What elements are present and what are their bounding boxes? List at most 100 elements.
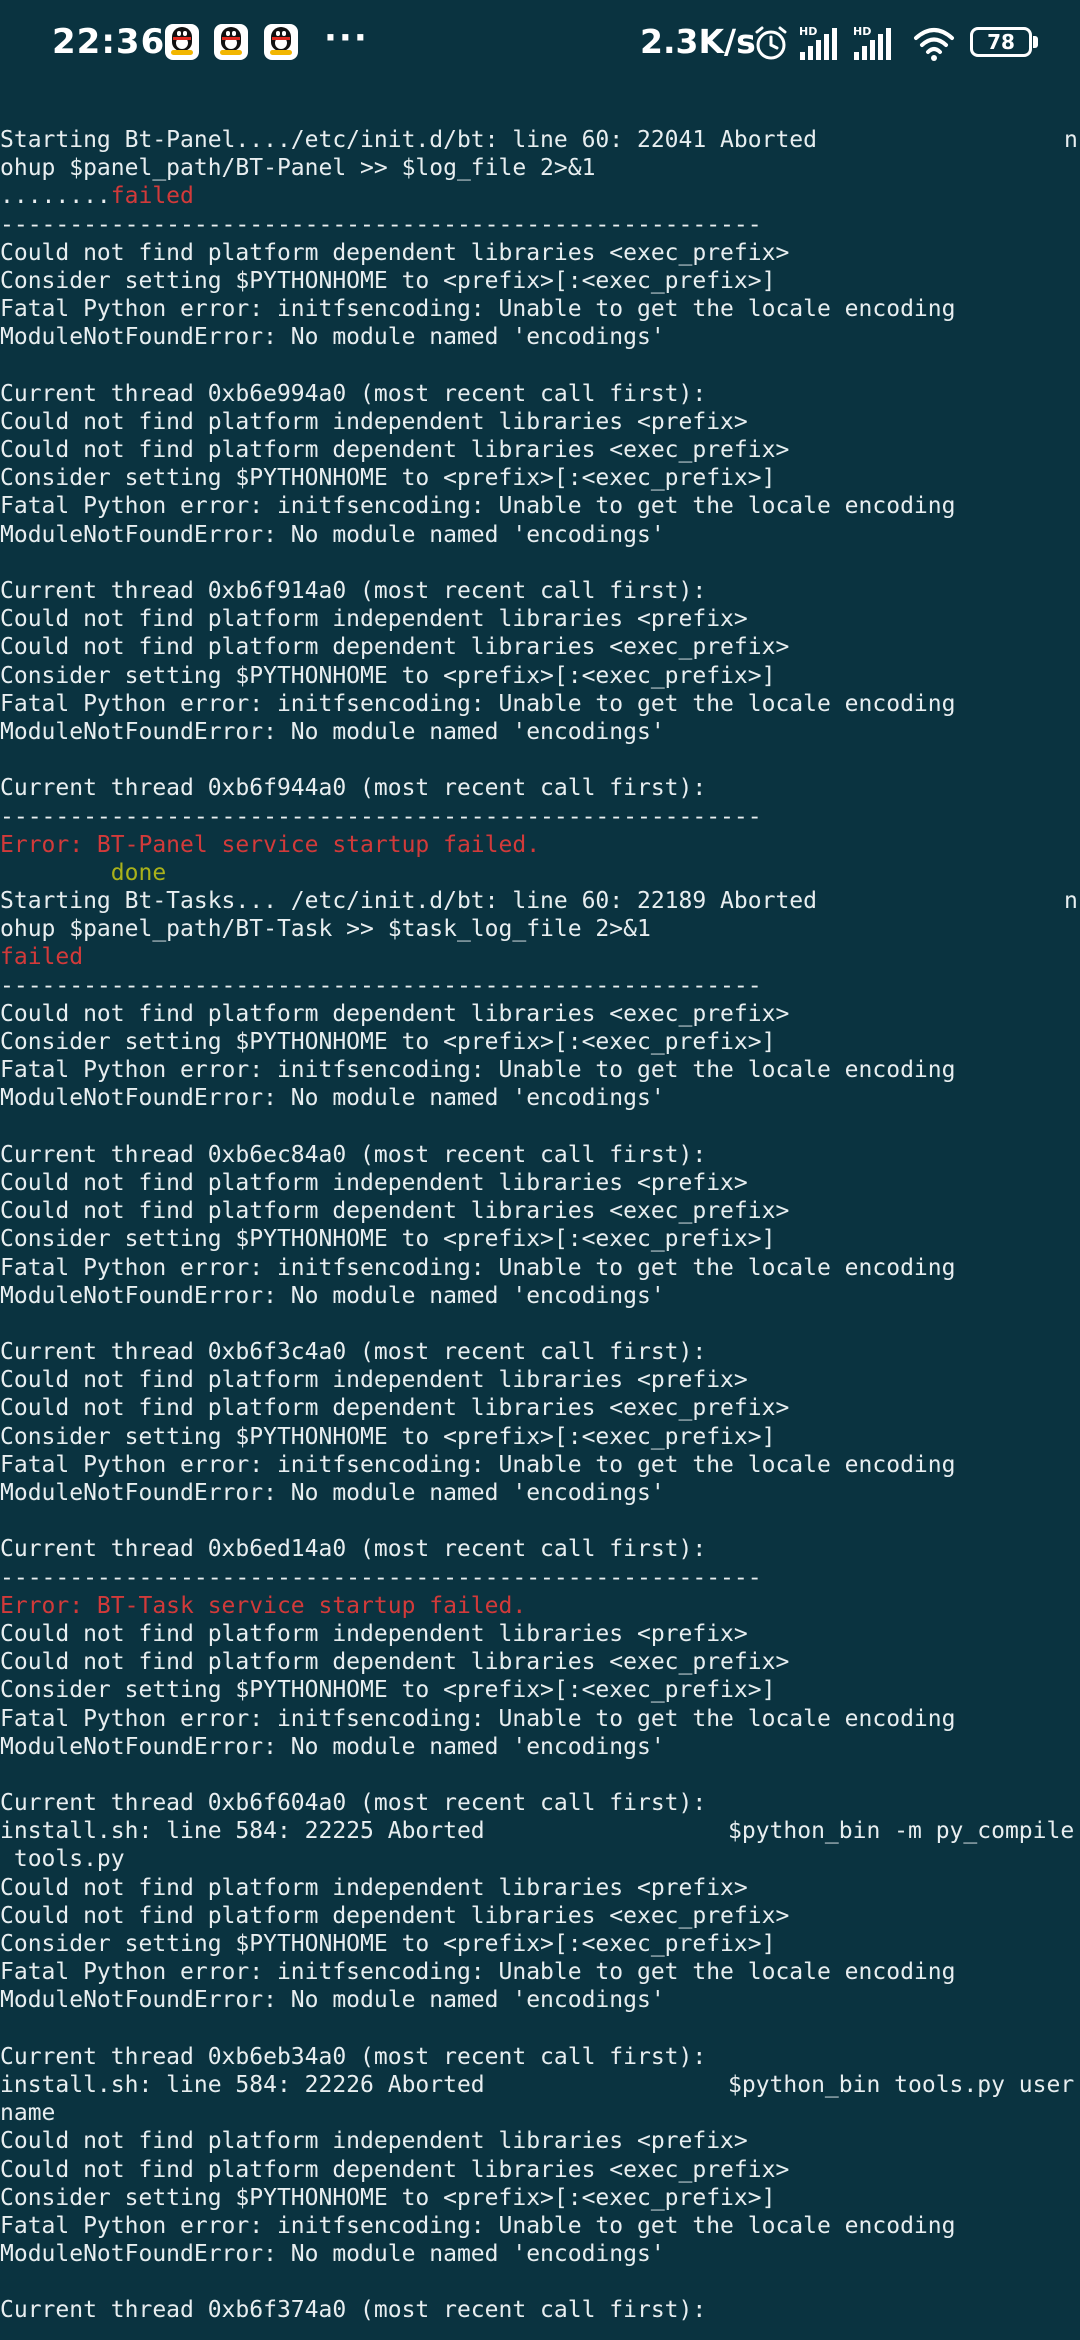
terminal-line: Fatal Python error: initfsencoding: Unab… bbox=[0, 1958, 1080, 1986]
terminal-line-text: Fatal Python error: initfsencoding: Unab… bbox=[0, 296, 956, 323]
terminal-line: Could not find platform dependent librar… bbox=[0, 1648, 1080, 1676]
battery-level: 78 bbox=[987, 30, 1015, 54]
terminal-line-text: done bbox=[0, 859, 167, 886]
terminal-line: Fatal Python error: initfsencoding: Unab… bbox=[0, 492, 1080, 520]
terminal-line: Could not find platform independent libr… bbox=[0, 1620, 1080, 1648]
terminal-line: ModuleNotFoundError: No module named 'en… bbox=[0, 323, 1080, 351]
terminal-line-text: Could not find platform independent libr… bbox=[0, 1874, 748, 1901]
terminal-line: Could not find platform dependent librar… bbox=[0, 633, 1080, 661]
status-failed: failed bbox=[110, 183, 194, 210]
status-bar: 22:36 ··· 2.3K/s HD HD 78 bbox=[0, 0, 1080, 92]
qq-icon bbox=[214, 24, 248, 60]
terminal-line: Starting Bt-Panel..../etc/init.d/bt: lin… bbox=[0, 126, 1080, 154]
terminal-line-text: failed bbox=[0, 944, 84, 971]
terminal-line: ModuleNotFoundError: No module named 'en… bbox=[0, 2240, 1080, 2268]
terminal-line-text: Fatal Python error: initfsencoding: Unab… bbox=[0, 1959, 956, 1986]
terminal-line-text: Fatal Python error: initfsencoding: Unab… bbox=[0, 1057, 956, 1084]
terminal-line-text: Fatal Python error: initfsencoding: Unab… bbox=[0, 690, 956, 717]
qq-icon bbox=[264, 24, 298, 60]
terminal-line: Consider setting $PYTHONHOME to <prefix>… bbox=[0, 267, 1080, 295]
terminal-line-text: Consider setting $PYTHONHOME to <prefix>… bbox=[0, 1931, 776, 1957]
terminal-line-text: ----------------------------------------… bbox=[0, 1564, 762, 1591]
terminal-line-text: ModuleNotFoundError: No module named 'en… bbox=[0, 1282, 665, 1309]
terminal-line-text: Could not find platform independent libr… bbox=[0, 606, 748, 633]
aborted-command: $python_bin tools.py user bbox=[728, 2071, 1075, 2098]
terminal-line: Consider setting $PYTHONHOME to <prefix>… bbox=[0, 1676, 1080, 1704]
terminal-line: Fatal Python error: initfsencoding: Unab… bbox=[0, 1056, 1080, 1084]
qq-icon bbox=[165, 24, 199, 60]
terminal-line: ----------------------------------------… bbox=[0, 803, 1080, 831]
terminal-line-text: Could not find platform dependent librar… bbox=[0, 1902, 790, 1929]
svg-text:HD: HD bbox=[799, 25, 817, 38]
terminal-line-text: Could not find platform dependent librar… bbox=[0, 634, 790, 661]
terminal-line: Could not find platform independent libr… bbox=[0, 2127, 1080, 2155]
wrapped-command-fragment: n bbox=[1064, 888, 1078, 915]
terminal-line: Error: BT-Panel service startup failed. bbox=[0, 831, 1080, 859]
terminal-line: Could not find platform independent libr… bbox=[0, 1366, 1080, 1394]
terminal-line-text: tools.py bbox=[0, 1846, 125, 1873]
terminal-line-text: Current thread 0xb6eb34a0 (most recent c… bbox=[0, 2043, 707, 2070]
battery-icon: 78 bbox=[970, 27, 1042, 61]
terminal-line: done bbox=[0, 859, 1080, 887]
terminal-line-text: ModuleNotFoundError: No module named 'en… bbox=[0, 1987, 665, 2014]
terminal-line-text: Consider setting $PYTHONHOME to <prefix>… bbox=[0, 662, 776, 689]
terminal-line: Error: BT-Task service startup failed. bbox=[0, 1592, 1080, 1620]
terminal-line: Could not find platform dependent librar… bbox=[0, 436, 1080, 464]
terminal-line: Could not find platform dependent librar… bbox=[0, 1197, 1080, 1225]
terminal-output[interactable]: Starting Bt-Panel..../etc/init.d/bt: lin… bbox=[0, 126, 1080, 2340]
terminal-line: ----------------------------------------… bbox=[0, 1564, 1080, 1592]
terminal-line-text: Could not find platform independent libr… bbox=[0, 1367, 748, 1394]
terminal-line: Fatal Python error: initfsencoding: Unab… bbox=[0, 295, 1080, 323]
terminal-line: Current thread 0xb6f604a0 (most recent c… bbox=[0, 1789, 1080, 1817]
terminal-line: Could not find platform independent libr… bbox=[0, 1169, 1080, 1197]
terminal-line-text: Consider setting $PYTHONHOME to <prefix>… bbox=[0, 1677, 776, 1704]
hd-signal-icon: HD bbox=[853, 25, 891, 60]
terminal-line-text: Current thread 0xb6f944a0 (most recent c… bbox=[0, 775, 707, 802]
svg-text:HD: HD bbox=[853, 25, 871, 38]
terminal-line-text: Current thread 0xb6f3c4a0 (most recent c… bbox=[0, 1339, 707, 1366]
terminal-line: Could not find platform dependent librar… bbox=[0, 1902, 1080, 1930]
terminal-line-text: Could not find platform dependent librar… bbox=[0, 1395, 790, 1422]
terminal-line-text: Current thread 0xb6ec84a0 (most recent c… bbox=[0, 1141, 707, 1168]
terminal-line-text: Could not find platform dependent librar… bbox=[0, 1000, 790, 1027]
terminal-line-text: ModuleNotFoundError: No module named 'en… bbox=[0, 324, 665, 351]
terminal-line-text: Fatal Python error: initfsencoding: Unab… bbox=[0, 493, 956, 520]
terminal-line: Fatal Python error: initfsencoding: Unab… bbox=[0, 1451, 1080, 1479]
terminal-line: ModuleNotFoundError: No module named 'en… bbox=[0, 1733, 1080, 1761]
terminal-line: Current thread 0xb6f914a0 (most recent c… bbox=[0, 577, 1080, 605]
terminal-line: Current thread 0xb6f374a0 (most recent c… bbox=[0, 2296, 1080, 2324]
terminal-line-text: Could not find platform dependent librar… bbox=[0, 1649, 790, 1676]
terminal-line-text: ohup $panel_path/BT-Panel >> $log_file 2… bbox=[0, 155, 596, 182]
terminal-line: ModuleNotFoundError: No module named 'en… bbox=[0, 1986, 1080, 2014]
terminal-line: Current thread 0xb6eb34a0 (most recent c… bbox=[0, 2043, 1080, 2071]
terminal-line-text: Current thread 0xb6f914a0 (most recent c… bbox=[0, 578, 707, 604]
more-notifications-icon: ··· bbox=[324, 18, 369, 58]
terminal-line-text: Could not find platform independent libr… bbox=[0, 1169, 748, 1196]
terminal-line: Consider setting $PYTHONHOME to <prefix>… bbox=[0, 1028, 1080, 1056]
terminal-line: Current thread 0xb6ec84a0 (most recent c… bbox=[0, 1141, 1080, 1169]
terminal-line: Starting Bt-Tasks... /etc/init.d/bt: lin… bbox=[0, 887, 1080, 915]
terminal-line-text: ----------------------------------------… bbox=[0, 211, 762, 238]
terminal-line: Fatal Python error: initfsencoding: Unab… bbox=[0, 2212, 1080, 2240]
terminal-line-text: Error: BT-Panel service startup failed. bbox=[0, 831, 541, 858]
terminal-line: Consider setting $PYTHONHOME to <prefix>… bbox=[0, 1423, 1080, 1451]
terminal-line-text: Could not find platform dependent librar… bbox=[0, 2156, 790, 2183]
terminal-line-text: Current thread 0xb6ed14a0 (most recent c… bbox=[0, 1536, 707, 1563]
terminal-line: install.sh: line 584: 22226 Aborted $pyth… bbox=[0, 2071, 1080, 2099]
terminal-line: Fatal Python error: initfsencoding: Unab… bbox=[0, 1254, 1080, 1282]
terminal-line-text: ModuleNotFoundError: No module named 'en… bbox=[0, 1733, 665, 1760]
terminal-line: Could not find platform dependent librar… bbox=[0, 239, 1080, 267]
terminal-line: Consider setting $PYTHONHOME to <prefix>… bbox=[0, 464, 1080, 492]
terminal-line-text: Consider setting $PYTHONHOME to <prefix>… bbox=[0, 2184, 776, 2211]
terminal-line-text: Could not find platform independent libr… bbox=[0, 2128, 748, 2155]
terminal-line-text: ----------------------------------------… bbox=[0, 803, 762, 830]
terminal-line: install.sh: line 584: 22225 Aborted $pyth… bbox=[0, 1817, 1080, 1845]
clock: 22:36 bbox=[52, 22, 166, 62]
aborted-command: $python_bin -m py_compile bbox=[728, 1818, 1075, 1845]
